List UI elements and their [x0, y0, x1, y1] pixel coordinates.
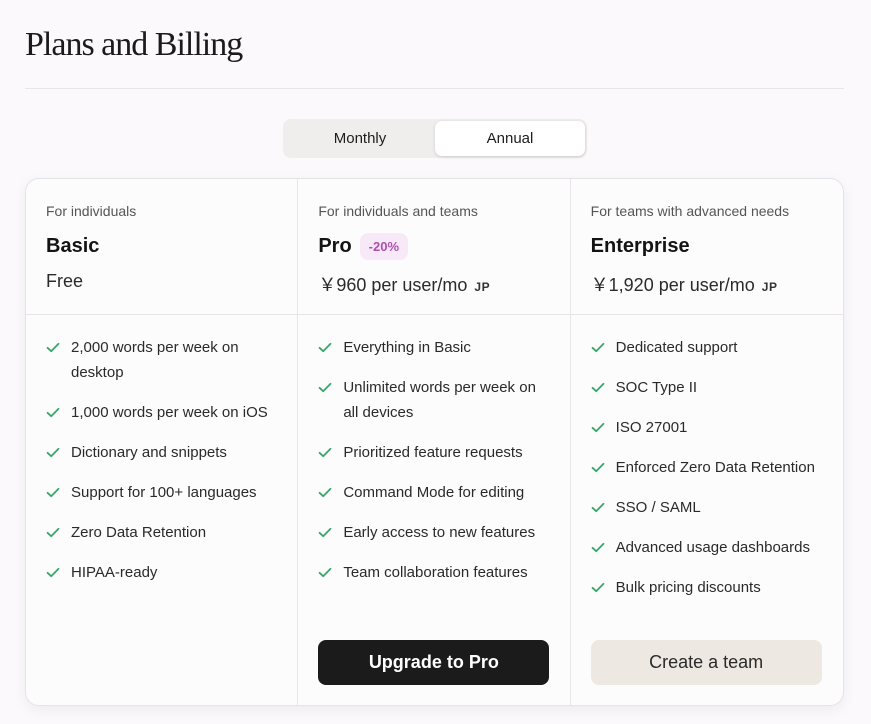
- check-icon: [318, 520, 335, 545]
- check-icon: [591, 575, 608, 600]
- check-icon: [46, 520, 63, 545]
- feature-text: Everything in Basic: [343, 339, 471, 356]
- feature-text: 2,000 words per week on desktop: [71, 339, 239, 381]
- check-icon: [591, 495, 608, 520]
- feature-item: HIPAA-ready: [46, 560, 277, 585]
- check-icon: [46, 560, 63, 585]
- feature-text: SSO / SAML: [615, 499, 701, 516]
- feature-text: Enforced Zero Data Retention: [615, 459, 815, 476]
- price-region-suffix: JP: [761, 280, 778, 294]
- plan-audience: For teams with advanced needs: [590, 203, 790, 219]
- feature-text: Advanced usage dashboards: [615, 539, 810, 556]
- upgrade-to-pro-button[interactable]: Upgrade to Pro: [318, 640, 550, 685]
- check-icon: [46, 400, 63, 425]
- feature-list: 2,000 words per week on desktop 1,000 wo…: [26, 315, 297, 585]
- feature-text: Dedicated support: [615, 339, 738, 356]
- plan-enterprise: For teams with advanced needs Enterprise…: [570, 179, 843, 705]
- plan-name: Basic: [46, 234, 100, 257]
- feature-item: SOC Type II: [591, 375, 823, 400]
- feature-item: Dedicated support: [591, 335, 823, 360]
- feature-text: Dictionary and snippets: [71, 444, 227, 461]
- plans-card: For individuals Basic Free 2,000 words p…: [25, 178, 844, 706]
- check-icon: [318, 335, 335, 360]
- feature-item: 2,000 words per week on desktop: [46, 335, 277, 385]
- feature-text: Team collaboration features: [343, 564, 528, 581]
- plan-price: ￥960 per user/mo JP: [318, 271, 549, 297]
- billing-period-toggle: Monthly Annual: [283, 119, 587, 158]
- check-icon: [318, 560, 335, 585]
- feature-item: Early access to new features: [318, 520, 549, 545]
- feature-item: Dictionary and snippets: [46, 440, 277, 465]
- feature-item: Enforced Zero Data Retention: [591, 455, 823, 480]
- feature-item: Command Mode for editing: [318, 480, 549, 505]
- plans-and-billing-page: Plans and Billing Monthly Annual For ind…: [0, 0, 871, 724]
- feature-text: Support for 100+ languages: [71, 484, 257, 501]
- feature-item: Zero Data Retention: [46, 520, 277, 545]
- create-a-team-button[interactable]: Create a team: [590, 640, 822, 685]
- page-title: Plans and Billing: [25, 26, 243, 63]
- plan-audience: For individuals and teams: [318, 203, 478, 219]
- check-icon: [318, 480, 335, 505]
- check-icon: [591, 375, 608, 400]
- plan-price: ￥1,920 per user/mo JP: [591, 271, 823, 297]
- check-icon: [591, 335, 608, 360]
- feature-list: Everything in Basic Unlimited words per …: [298, 315, 569, 585]
- check-icon: [591, 455, 608, 480]
- plan-name: Pro: [318, 234, 352, 257]
- check-icon: [318, 440, 335, 465]
- plan-header: For individuals and teams Pro -20% ￥960 …: [298, 179, 570, 315]
- feature-item: Support for 100+ languages: [46, 480, 277, 505]
- check-icon: [46, 440, 63, 465]
- plan-header: For teams with advanced needs Enterprise…: [570, 179, 843, 315]
- feature-text: Unlimited words per week on all devices: [343, 379, 536, 421]
- feature-item: ISO 27001: [591, 415, 823, 440]
- toggle-monthly[interactable]: Monthly: [285, 121, 435, 156]
- feature-item: SSO / SAML: [591, 495, 823, 520]
- plan-basic: For individuals Basic Free 2,000 words p…: [26, 179, 299, 705]
- toggle-annual[interactable]: Annual: [435, 121, 585, 156]
- check-icon: [591, 535, 608, 560]
- feature-item: Everything in Basic: [318, 335, 549, 360]
- plan-price: Free: [46, 271, 277, 292]
- feature-text: HIPAA-ready: [71, 564, 158, 581]
- feature-item: Team collaboration features: [318, 560, 549, 585]
- discount-badge: -20%: [359, 232, 409, 260]
- plan-header: For individuals Basic Free: [26, 179, 298, 315]
- plan-price-value: Free: [46, 271, 84, 291]
- feature-text: 1,000 words per week on iOS: [71, 404, 268, 421]
- feature-item: Unlimited words per week on all devices: [318, 375, 549, 425]
- title-divider: [25, 88, 844, 89]
- price-region-suffix: JP: [474, 280, 491, 294]
- feature-item: Prioritized feature requests: [318, 440, 549, 465]
- plan-audience: For individuals: [46, 203, 137, 219]
- feature-text: ISO 27001: [615, 419, 688, 436]
- feature-item: Bulk pricing discounts: [591, 575, 823, 600]
- check-icon: [46, 480, 63, 505]
- feature-text: SOC Type II: [615, 379, 698, 396]
- plan-pro: For individuals and teams Pro -20% ￥960 …: [298, 179, 571, 705]
- feature-text: Early access to new features: [343, 524, 536, 541]
- plan-name: Enterprise: [590, 234, 690, 257]
- feature-item: Advanced usage dashboards: [591, 535, 823, 560]
- feature-text: Zero Data Retention: [71, 524, 207, 541]
- feature-item: 1,000 words per week on iOS: [46, 400, 277, 425]
- check-icon: [318, 375, 335, 400]
- check-icon: [46, 335, 63, 360]
- feature-text: Bulk pricing discounts: [615, 579, 761, 596]
- feature-list: Dedicated support SOC Type II ISO 27001 …: [571, 315, 843, 600]
- plan-price-value: ￥960 per user/mo: [318, 275, 468, 295]
- feature-text: Command Mode for editing: [343, 484, 525, 501]
- feature-text: Prioritized feature requests: [343, 444, 523, 461]
- check-icon: [591, 415, 608, 440]
- plan-price-value: ￥1,920 per user/mo: [590, 275, 755, 295]
